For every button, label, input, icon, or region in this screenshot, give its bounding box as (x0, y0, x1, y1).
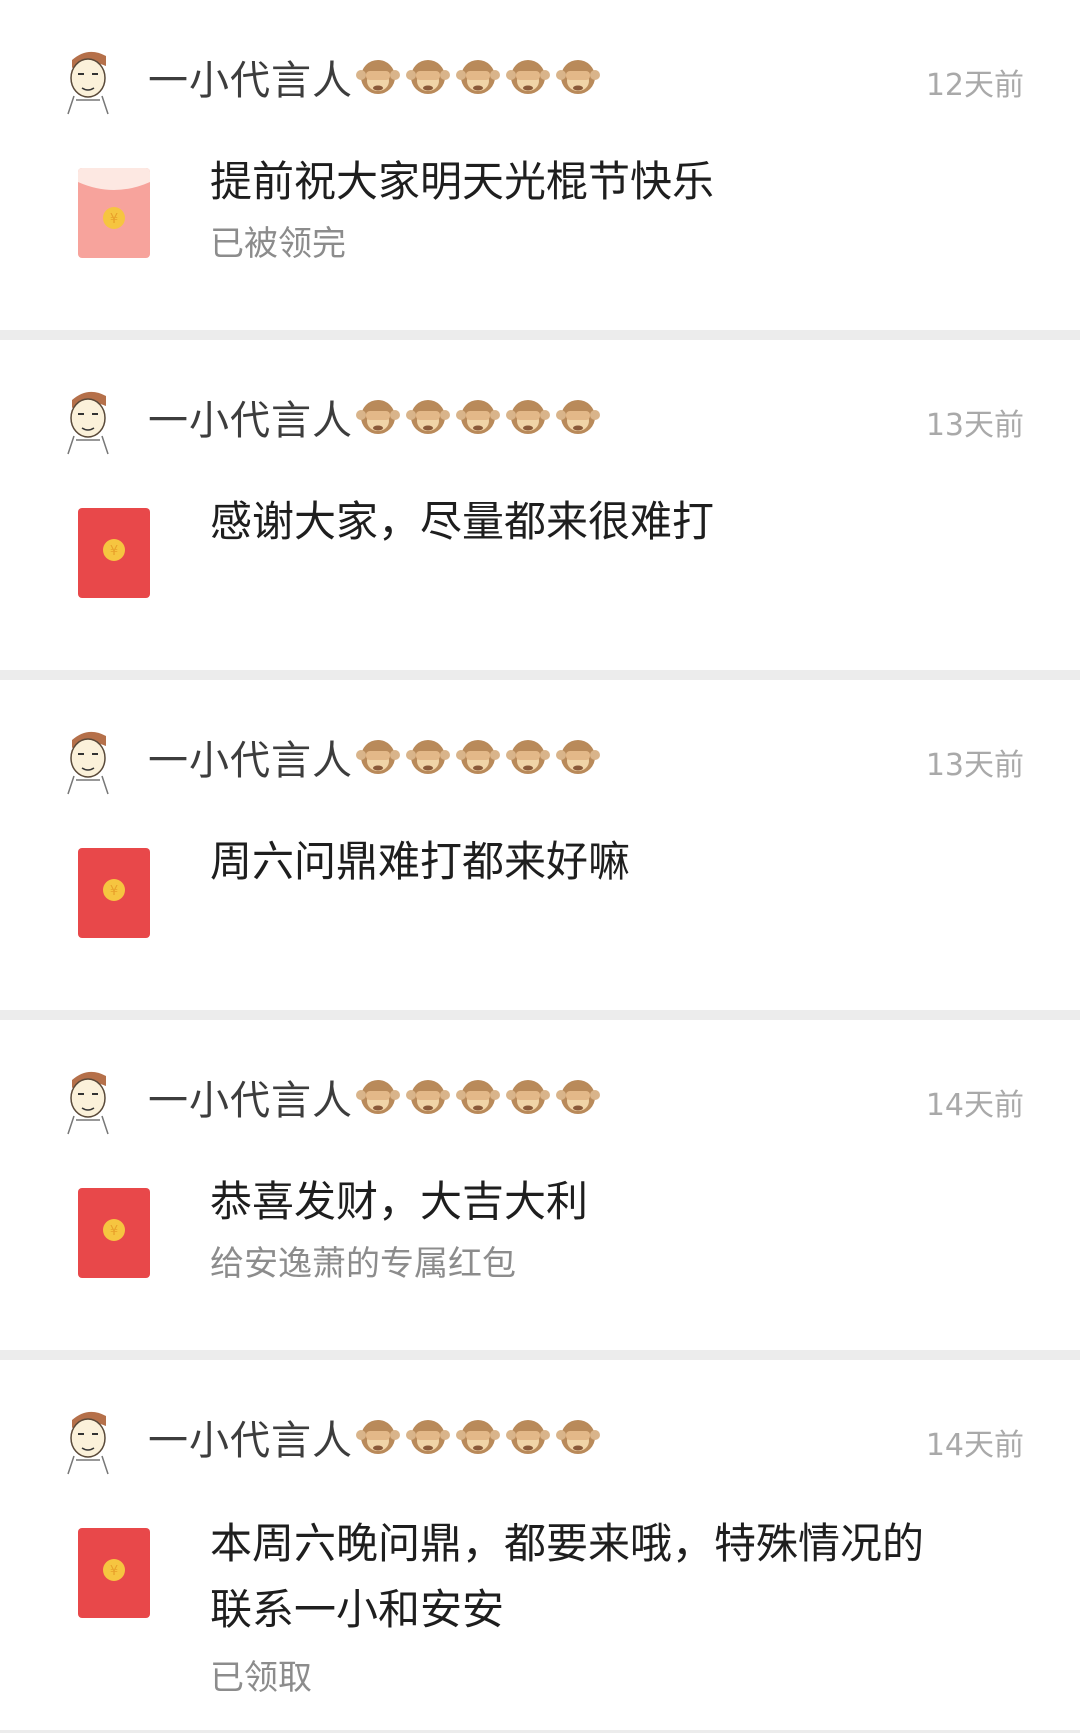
see-no-evil-monkey-icon (556, 400, 600, 434)
red-packet-icon[interactable]: ¥ (78, 508, 150, 598)
author-name[interactable]: 一小代言人 (148, 1068, 353, 1126)
post-card-4[interactable]: 一小代言人 14天前 ¥ 恭喜发财，大吉大利 给安逸萧的专属红包 (0, 1020, 1080, 1350)
post-card-2[interactable]: 一小代言人 13天前 ¥ 感谢大家，尽量都来很难打 (0, 340, 1080, 670)
red-packet-icon[interactable]: ¥ (78, 848, 150, 938)
packet-message: 提前祝大家明天光棍节快乐 (210, 157, 715, 206)
see-no-evil-monkey-icon (406, 60, 450, 94)
red-packet-icon[interactable]: ¥ (78, 1188, 150, 1278)
cartoon-man-avatar-icon[interactable] (58, 44, 118, 116)
author-name[interactable]: 一小代言人 (148, 1408, 353, 1466)
see-no-evil-monkey-icon (356, 400, 400, 434)
post-card-3[interactable]: 一小代言人 13天前 ¥ 周六问鼎难打都来好嘛 (0, 680, 1080, 1010)
svg-text:¥: ¥ (110, 884, 118, 899)
cartoon-man-avatar-icon[interactable] (58, 724, 118, 796)
see-no-evil-monkey-icon (506, 740, 550, 774)
see-no-evil-monkey-icon (456, 400, 500, 434)
red-packet-icon[interactable]: ¥ (78, 168, 150, 258)
packet-message: 感谢大家，尽量都来很难打 (210, 497, 715, 546)
see-no-evil-monkey-icon (406, 740, 450, 774)
packet-status: 已领取 (210, 1658, 312, 1698)
red-packet-feed: 一小代言人 12天前 ¥ 提前祝大家明天光棍节快乐 已被领完 一小代言人 13天… (0, 0, 1080, 1733)
see-no-evil-monkey-icon (356, 1420, 400, 1454)
svg-text:¥: ¥ (110, 212, 118, 227)
author-row: 一小代言人 (148, 52, 605, 104)
see-no-evil-monkey-icon (406, 1080, 450, 1114)
emoji-group (355, 735, 605, 779)
emoji-group (355, 55, 605, 99)
see-no-evil-monkey-icon (456, 60, 500, 94)
see-no-evil-monkey-icon (356, 60, 400, 94)
packet-message-line-2: 联系一小和安安 (210, 1585, 505, 1634)
author-row: 一小代言人 (148, 392, 605, 444)
author-name[interactable]: 一小代言人 (148, 48, 353, 106)
emoji-group (355, 395, 605, 439)
post-time: 13天前 (925, 748, 1024, 783)
see-no-evil-monkey-icon (556, 60, 600, 94)
see-no-evil-monkey-icon (456, 1080, 500, 1114)
author-row: 一小代言人 (148, 1412, 605, 1464)
cartoon-man-avatar-icon[interactable] (58, 384, 118, 456)
post-card-1[interactable]: 一小代言人 12天前 ¥ 提前祝大家明天光棍节快乐 已被领完 (0, 0, 1080, 330)
red-packet-icon[interactable]: ¥ (78, 1528, 150, 1618)
packet-message: 周六问鼎难打都来好嘛 (210, 837, 631, 886)
packet-status: 给安逸萧的专属红包 (210, 1244, 516, 1284)
cartoon-man-avatar-icon[interactable] (58, 1064, 118, 1136)
see-no-evil-monkey-icon (506, 1080, 550, 1114)
svg-text:¥: ¥ (110, 1224, 118, 1239)
emoji-group (355, 1075, 605, 1119)
see-no-evil-monkey-icon (506, 400, 550, 434)
svg-text:¥: ¥ (110, 544, 118, 559)
post-time: 14天前 (925, 1088, 1024, 1123)
see-no-evil-monkey-icon (406, 1420, 450, 1454)
author-name[interactable]: 一小代言人 (148, 728, 353, 786)
author-row: 一小代言人 (148, 1072, 605, 1124)
post-time: 14天前 (925, 1428, 1024, 1463)
cartoon-man-avatar-icon[interactable] (58, 1404, 118, 1476)
see-no-evil-monkey-icon (556, 1420, 600, 1454)
see-no-evil-monkey-icon (506, 1420, 550, 1454)
see-no-evil-monkey-icon (406, 400, 450, 434)
see-no-evil-monkey-icon (456, 1420, 500, 1454)
author-row: 一小代言人 (148, 732, 605, 784)
post-card-5[interactable]: 一小代言人 14天前 ¥ 本周六晚问鼎，都要来哦，特殊情况的 联系一小和安安 已… (0, 1360, 1080, 1730)
see-no-evil-monkey-icon (356, 740, 400, 774)
see-no-evil-monkey-icon (556, 1080, 600, 1114)
author-name[interactable]: 一小代言人 (148, 388, 353, 446)
emoji-group (355, 1415, 605, 1459)
post-time: 13天前 (925, 408, 1024, 443)
post-time: 12天前 (925, 68, 1024, 103)
see-no-evil-monkey-icon (356, 1080, 400, 1114)
packet-message: 恭喜发财，大吉大利 (210, 1177, 589, 1226)
packet-status: 已被领完 (210, 224, 346, 264)
svg-text:¥: ¥ (110, 1564, 118, 1579)
see-no-evil-monkey-icon (456, 740, 500, 774)
see-no-evil-monkey-icon (556, 740, 600, 774)
see-no-evil-monkey-icon (506, 60, 550, 94)
packet-message-line-1: 本周六晚问鼎，都要来哦，特殊情况的 (210, 1519, 925, 1568)
